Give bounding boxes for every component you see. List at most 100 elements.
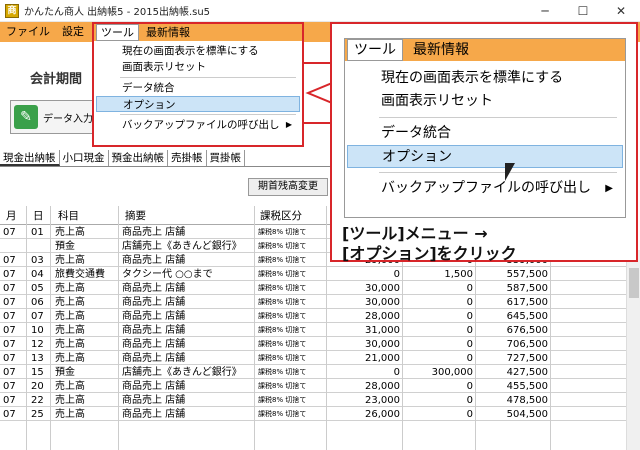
pencil-icon: ✎ [14,105,38,129]
cell-balance: 557,500 [506,269,548,280]
table-row[interactable]: 07 12 売上高 商品売上 店舗 課税8% 切捨て 30,000 0 706,500 [0,338,626,351]
cell-credit: 0 [466,325,473,336]
table-row[interactable]: 07 13 売上高 商品売上 店舗 課税8% 切捨て 21,000 0 727,500 [0,352,626,365]
table-row[interactable]: 07 04 旅費交通費 タクシー代 ○○まで 課税8% 切捨て 0 1,500 557,500 [0,268,626,281]
cell-month: 07 [3,395,16,406]
cell-day: 04 [31,269,44,280]
instruction-caption: [ツール]メニュー → [オプション]をクリック [342,224,517,264]
cell-month: 07 [3,227,16,238]
cell-day: 15 [31,367,44,378]
tab-payables[interactable]: 買掛帳 [207,150,245,166]
table-row[interactable]: 07 22 売上高 商品売上 店舗 課税8% 切捨て 23,000 0 478,500 [0,394,626,407]
table-row[interactable]: 07 20 売上高 商品売上 店舗 課税8% 切捨て 28,000 0 455,500 [0,380,626,393]
minimize-icon[interactable]: ─ [526,0,564,22]
cell-month: 07 [3,311,16,322]
cell-day: 01 [31,227,44,238]
cell-day: 06 [31,297,44,308]
cell-description: 商品売上 店舗 [122,255,186,266]
table-row[interactable]: 07 06 売上高 商品売上 店舗 課税8% 切捨て 30,000 0 617,500 [0,296,626,309]
close-icon[interactable]: ✕ [602,0,640,22]
cell-day: 20 [31,381,44,392]
cell-day: 05 [31,283,44,294]
cell-credit: 0 [466,311,473,322]
cell-tax: 課税8% 切捨て [258,228,307,236]
cell-credit: 0 [466,297,473,308]
cell-balance: 676,500 [506,325,548,336]
table-row[interactable]: 07 25 売上高 商品売上 店舗 課税8% 切捨て 26,000 0 504,500 [0,408,626,421]
cell-subject: 売上高 [55,395,85,406]
cell-month: 07 [3,255,16,266]
cell-description: 商品売上 店舗 [122,339,186,350]
data-entry-button[interactable]: ✎ データ入力 [10,100,100,134]
menu-item-merge-data[interactable]: データ統合 [96,80,300,96]
cell-month: 07 [3,283,16,294]
column-divider [50,206,51,450]
cell-tax: 課税8% 切捨て [258,326,307,334]
menu-tool[interactable]: ツール [96,24,139,41]
caption-line-2: [オプション]をクリック [342,244,517,263]
table-row[interactable]: 07 07 売上高 商品売上 店舗 課税8% 切捨て 28,000 0 645,500 [0,310,626,323]
zoom-menu-tool: ツール [347,39,403,61]
cell-month: 07 [3,381,16,392]
header-day: 日 [33,210,44,222]
cell-month: 07 [3,409,16,420]
maximize-icon[interactable]: ☐ [564,0,602,22]
period-label: 会計期間 [30,72,83,87]
tab-deposit-ledger[interactable]: 預金出納帳 [109,150,168,166]
cell-balance: 455,500 [506,381,548,392]
cell-tax: 課税8% 切捨て [258,298,307,306]
cell-credit: 0 [466,339,473,350]
scroll-thumb[interactable] [629,268,639,298]
cell-debit: 28,000 [365,381,400,392]
menu-item-set-default-view[interactable]: 現在の画面表示を標準にする [96,43,300,59]
cell-description: タクシー代 ○○まで [122,269,213,280]
table-row[interactable]: 07 10 売上高 商品売上 店舗 課税8% 切捨て 31,000 0 676,500 [0,324,626,337]
header-subject: 科目 [58,210,79,222]
header-description: 摘要 [125,210,146,222]
cell-description: 商品売上 店舗 [122,227,186,238]
table-row[interactable]: 07 05 売上高 商品売上 店舗 課税8% 切捨て 30,000 0 587,500 [0,282,626,295]
tab-petty-cash[interactable]: 小口現金 [60,150,109,166]
cell-day: 22 [31,395,44,406]
cell-subject: 預金 [55,367,75,378]
menu-file[interactable]: ファイル [0,22,56,42]
menu-item-load-backup[interactable]: バックアップファイルの呼び出し ▶ [96,117,300,133]
menu-item-options[interactable]: オプション [96,96,300,112]
zoom-item-load-backup-label: バックアップファイルの呼び出し [381,180,591,196]
cell-credit: 1,500 [444,269,473,280]
header-tax: 課税区分 [260,210,302,222]
cell-debit: 28,000 [365,311,400,322]
window-title: かんたん商人 出納帳5 - 2015出納帳.su5 [24,7,211,18]
cell-debit: 0 [393,367,400,378]
callout-connector [304,62,332,124]
menu-settings[interactable]: 設定 [56,22,90,42]
cell-debit: 30,000 [365,297,400,308]
zoom-callout: ツール 最新情報 現在の画面表示を標準にする 画面表示リセット データ統合 オプ… [330,22,638,264]
cell-description: 商品売上 店舗 [122,409,186,420]
cell-day: 10 [31,325,44,336]
table-row[interactable]: 07 15 預金 店舗売上《あきんど銀行》 課税8% 切捨て 0 300,000 427,50… [0,366,626,379]
cell-day: 07 [31,311,44,322]
cell-subject: 売上高 [55,255,85,266]
cell-subject: 売上高 [55,283,85,294]
header-month: 月 [6,210,17,222]
cell-month: 07 [3,269,16,280]
data-entry-label: データ入力 [43,113,93,125]
cell-subject: 売上高 [55,353,85,364]
cell-tax: 課税8% 切捨て [258,396,307,404]
tab-receivables[interactable]: 売掛帳 [168,150,207,166]
cell-debit: 26,000 [365,409,400,420]
vertical-scrollbar[interactable]: ▲ [626,250,640,450]
menu-item-reset-view[interactable]: 画面表示リセット [96,59,300,75]
caption-line-1: [ツール]メニュー → [342,224,488,243]
cell-subject: 売上高 [55,339,85,350]
menu-news[interactable]: 最新情報 [146,25,190,40]
opening-balance-button[interactable]: 期首残高変更 [248,178,328,196]
cell-debit: 0 [393,269,400,280]
tab-cash-ledger[interactable]: 現金出納帳 [0,150,60,166]
cell-subject: 売上高 [55,381,85,392]
zoom-item-reset-view: 画面表示リセット [381,93,493,109]
cell-balance: 617,500 [506,297,548,308]
cell-balance: 706,500 [506,339,548,350]
cell-subject: 売上高 [55,297,85,308]
